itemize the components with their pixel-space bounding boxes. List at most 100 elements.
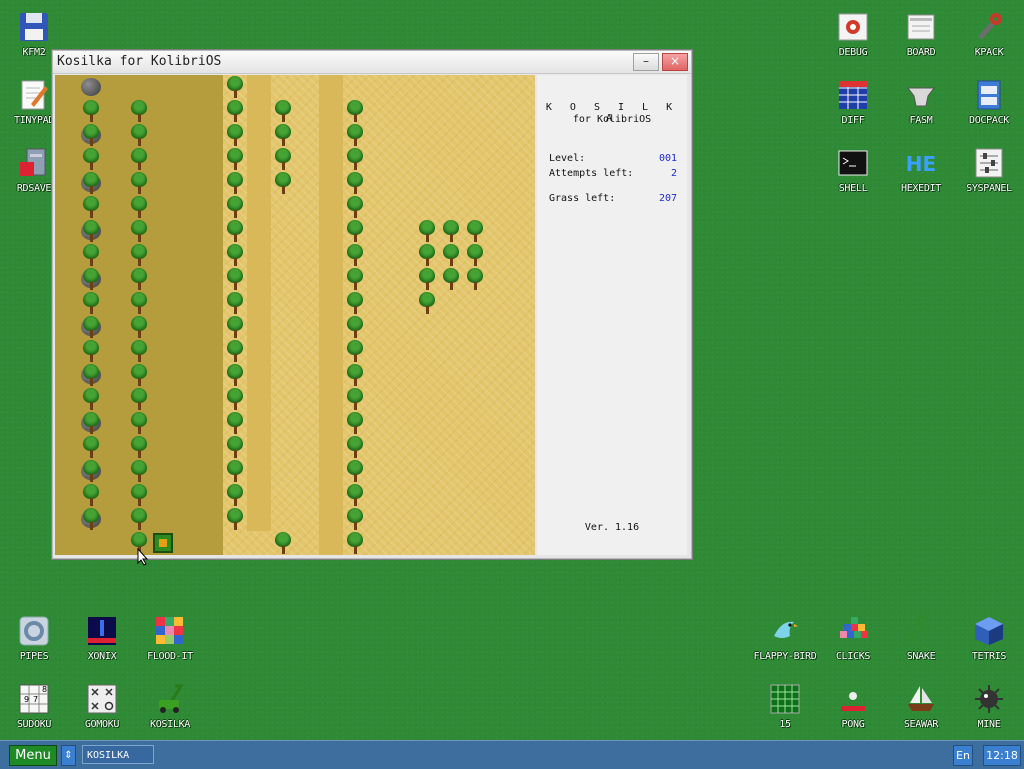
mowed-cell [247, 75, 271, 99]
desktop-icon-snake[interactable]: SNAKE [887, 606, 955, 668]
mowed-cell [319, 291, 343, 315]
tree-icon [223, 459, 247, 483]
mowed-cell [319, 171, 343, 195]
desktop-icon-flood-it[interactable]: FLOOD-IT [136, 606, 204, 668]
desktop-icon-gomoku[interactable]: GOMOKU [68, 674, 136, 736]
tree-icon [127, 435, 151, 459]
mowed-cell [55, 483, 79, 507]
mowed-cell [247, 387, 271, 411]
level-label: Level: [549, 153, 586, 164]
tree-icon [79, 435, 103, 459]
mowed-cell [175, 483, 199, 507]
desktop-icon-15[interactable]: 15 [751, 674, 819, 736]
terminal-icon [836, 146, 870, 180]
mowed-cell [55, 435, 79, 459]
mowed-cell [151, 243, 175, 267]
mowed-cell [199, 243, 223, 267]
desktop-icon-diff[interactable]: DIFF [819, 70, 887, 132]
mowed-cell [199, 483, 223, 507]
minimize-button[interactable]: – [633, 53, 659, 71]
tree-icon [271, 531, 295, 555]
mowed-cell [175, 363, 199, 387]
mowed-cell [175, 147, 199, 171]
menu-button[interactable]: Menu [9, 745, 57, 766]
desktop-icon-hexedit[interactable]: HE HEXEDIT [887, 138, 955, 200]
desktop-icon-board[interactable]: BOARD [887, 2, 955, 64]
desktop-icon-xonix[interactable]: XONIX [68, 606, 136, 668]
mowed-cell [319, 195, 343, 219]
mowed-cell [319, 315, 343, 339]
mowed-cell [103, 531, 127, 555]
mowed-cell [103, 267, 127, 291]
tree-icon [127, 507, 151, 531]
mowed-cell [55, 363, 79, 387]
tree-icon [79, 147, 103, 171]
desktop-icon-pong[interactable]: PONG [819, 674, 887, 736]
mowed-cell [247, 243, 271, 267]
mowed-cell [55, 75, 79, 99]
mowed-cell [151, 99, 175, 123]
mowed-cell [199, 435, 223, 459]
mowed-cell [199, 219, 223, 243]
clock[interactable]: 12:18 [983, 745, 1021, 766]
tree-icon [79, 99, 103, 123]
desktop-icon-kpack[interactable]: KPACK [955, 2, 1023, 64]
mowed-cell [55, 411, 79, 435]
mowed-cell [151, 387, 175, 411]
tree-icon [223, 147, 247, 171]
mowed-cell [175, 171, 199, 195]
game-field[interactable] [55, 75, 535, 555]
tree-icon [127, 387, 151, 411]
mowed-cell [151, 267, 175, 291]
mowed-cell [319, 411, 343, 435]
pong-icon [836, 682, 870, 716]
mowed-cell [103, 123, 127, 147]
mowed-cell [199, 507, 223, 531]
sailing-ship-icon [904, 682, 938, 716]
tree-icon [271, 171, 295, 195]
fifteen-grid-icon [768, 682, 802, 716]
desktop-icon-clicks[interactable]: CLICKS [819, 606, 887, 668]
desktop-icon-fasm[interactable]: FASM [887, 70, 955, 132]
tree-icon [79, 339, 103, 363]
mowed-cell [55, 507, 79, 531]
mowed-cell [247, 267, 271, 291]
mowed-cell [151, 483, 175, 507]
mowed-cell [127, 75, 151, 99]
desktop-icon-kosilka[interactable]: KOSILKA [136, 674, 204, 736]
attempts-value: 2 [670, 168, 677, 179]
info-panel: K O S I L K A for KolibriOS Level: 001 A… [537, 75, 687, 555]
window-titlebar[interactable]: Kosilka for KolibriOS – × [53, 51, 691, 74]
pipes-game-icon [17, 614, 51, 648]
desktop-icon-docpack[interactable]: DOCPACK [955, 70, 1023, 132]
mowed-cell [151, 123, 175, 147]
desktop-icon-tetris[interactable]: TETRIS [955, 606, 1023, 668]
close-button[interactable]: × [662, 53, 688, 71]
mowed-cell [151, 75, 175, 99]
desktop-icon-label: SYSPANEL [966, 183, 1012, 194]
tree-icon [343, 531, 367, 555]
scroll-icon[interactable]: ⇕ [61, 745, 76, 766]
tree-icon [223, 123, 247, 147]
level-stat: Level: 001 [549, 153, 677, 167]
desktop-icon-seawar[interactable]: SEAWAR [887, 674, 955, 736]
mowed-cell [199, 291, 223, 315]
desktop-icon-pipes[interactable]: PIPES [0, 606, 68, 668]
stone-icon [79, 75, 103, 99]
mowed-cell [175, 435, 199, 459]
tetris-cube-icon [972, 614, 1006, 648]
desktop-icon-flappy-bird[interactable]: FLAPPY-BIRD [751, 606, 819, 668]
mowed-cell [199, 147, 223, 171]
desktop-icon-debug[interactable]: DEBUG [819, 2, 887, 64]
desktop-icon-sudoku[interactable]: 9 7 8 SUDOKU [0, 674, 68, 736]
desktop-icon-shell[interactable]: SHELL [819, 138, 887, 200]
language-indicator[interactable]: En [953, 745, 973, 766]
mowed-cell [103, 435, 127, 459]
mowed-cell [319, 507, 343, 531]
mowed-cell [247, 195, 271, 219]
debug-bug-icon [836, 10, 870, 44]
taskbar-item-kosilka[interactable]: KOSILKA [82, 745, 154, 764]
desktop-icon-syspanel[interactable]: SYSPANEL [955, 138, 1023, 200]
mowed-cell [55, 267, 79, 291]
desktop-icon-mine[interactable]: MINE [955, 674, 1023, 736]
